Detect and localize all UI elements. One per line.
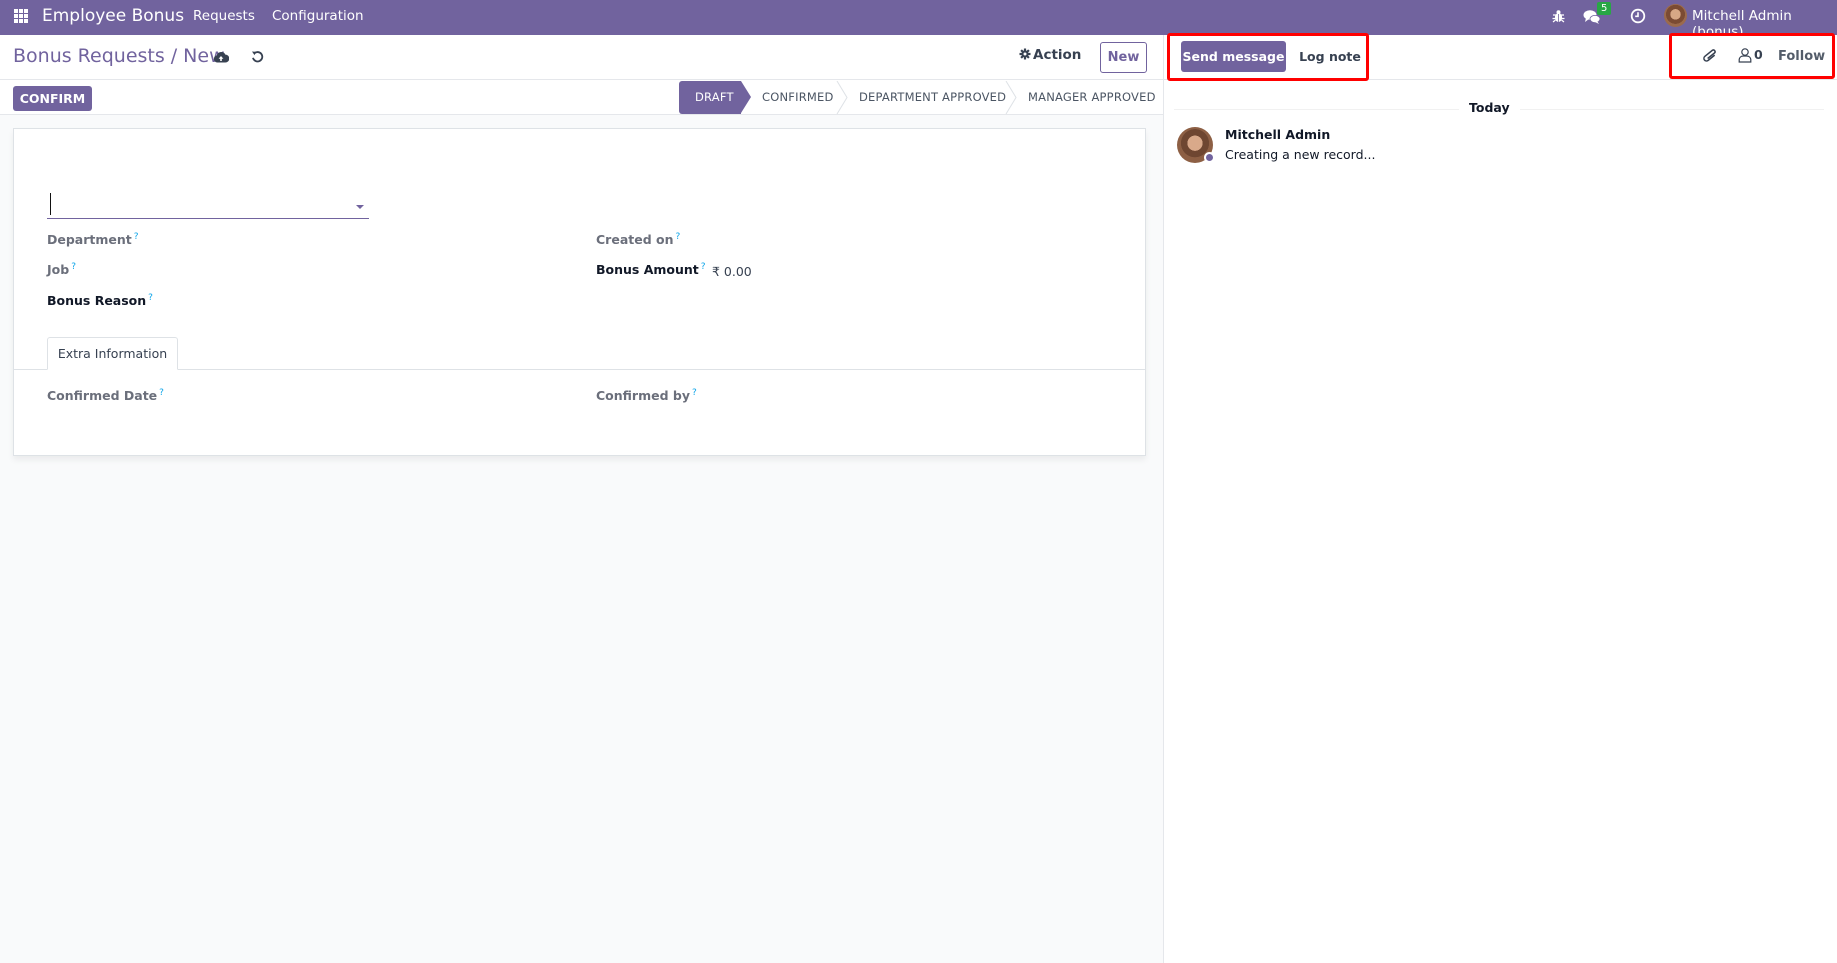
presence-indicator [1204, 152, 1215, 163]
stage-department-approved[interactable]: DEPARTMENT APPROVED [859, 81, 1006, 114]
discard-icon[interactable] [251, 50, 264, 63]
chatter-panel: Send message Log note 0 Follow Today Mit… [1163, 35, 1837, 963]
messages-badge: 5 [1597, 2, 1612, 15]
gear-icon [1019, 48, 1031, 60]
paperclip-icon[interactable] [1702, 47, 1718, 65]
stage-separator [836, 81, 848, 114]
breadcrumb: Bonus Requests / New [13, 45, 225, 67]
bug-icon[interactable] [1552, 9, 1565, 23]
department-label: Department? [47, 232, 139, 248]
breadcrumb-separator: / [170, 45, 178, 67]
created-on-label: Created on? [596, 232, 681, 248]
confirm-button[interactable]: CONFIRM [13, 86, 92, 111]
stage-draft[interactable]: DRAFT [679, 81, 751, 114]
action-menu-button[interactable]: Action [1019, 47, 1081, 63]
confirmed-date-label: Confirmed Date? [47, 388, 164, 404]
tab-divider [14, 369, 1145, 370]
date-separator: Today [1459, 100, 1520, 115]
stage-manager-approved[interactable]: MANAGER APPROVED [1028, 81, 1156, 114]
apps-menu-icon[interactable] [14, 9, 28, 23]
follow-button[interactable]: Follow [1778, 41, 1825, 72]
bonus-amount-label: Bonus Amount? [596, 262, 706, 278]
text-caret [50, 193, 51, 215]
control-panel-divider [0, 79, 1163, 80]
tab-extra-information[interactable]: Extra Information [47, 337, 178, 370]
bonus-reason-label: Bonus Reason? [47, 293, 153, 309]
user-avatar[interactable] [1664, 4, 1687, 27]
top-navbar: Employee Bonus Requests Configuration 5 … [0, 0, 1837, 40]
followers-icon[interactable] [1738, 47, 1752, 63]
bonus-amount-value[interactable]: ₹ 0.00 [712, 264, 752, 279]
follower-count[interactable]: 0 [1754, 47, 1763, 62]
stage-separator [1005, 81, 1017, 114]
message-author[interactable]: Mitchell Admin [1225, 127, 1330, 142]
cloud-upload-icon[interactable] [213, 50, 229, 64]
log-note-button[interactable]: Log note [1295, 41, 1365, 72]
form-sheet: Department? Job? Bonus Reason? Created o… [13, 128, 1146, 456]
send-message-button[interactable]: Send message [1181, 41, 1286, 72]
action-label: Action [1033, 47, 1082, 63]
app-name[interactable]: Employee Bonus [42, 6, 184, 26]
job-label: Job? [47, 262, 76, 278]
stage-confirmed[interactable]: CONFIRMED [762, 81, 834, 114]
chatter-divider [1164, 79, 1837, 80]
menu-configuration[interactable]: Configuration [272, 8, 364, 24]
new-button[interactable]: New [1100, 42, 1147, 73]
confirmed-by-label: Confirmed by? [596, 388, 697, 404]
activity-clock-icon[interactable] [1630, 8, 1646, 24]
employee-input[interactable] [47, 189, 369, 219]
dropdown-arrow-icon[interactable] [356, 205, 364, 209]
menu-requests[interactable]: Requests [193, 8, 255, 24]
breadcrumb-parent[interactable]: Bonus Requests [13, 45, 165, 67]
message-body: Creating a new record... [1225, 147, 1376, 162]
